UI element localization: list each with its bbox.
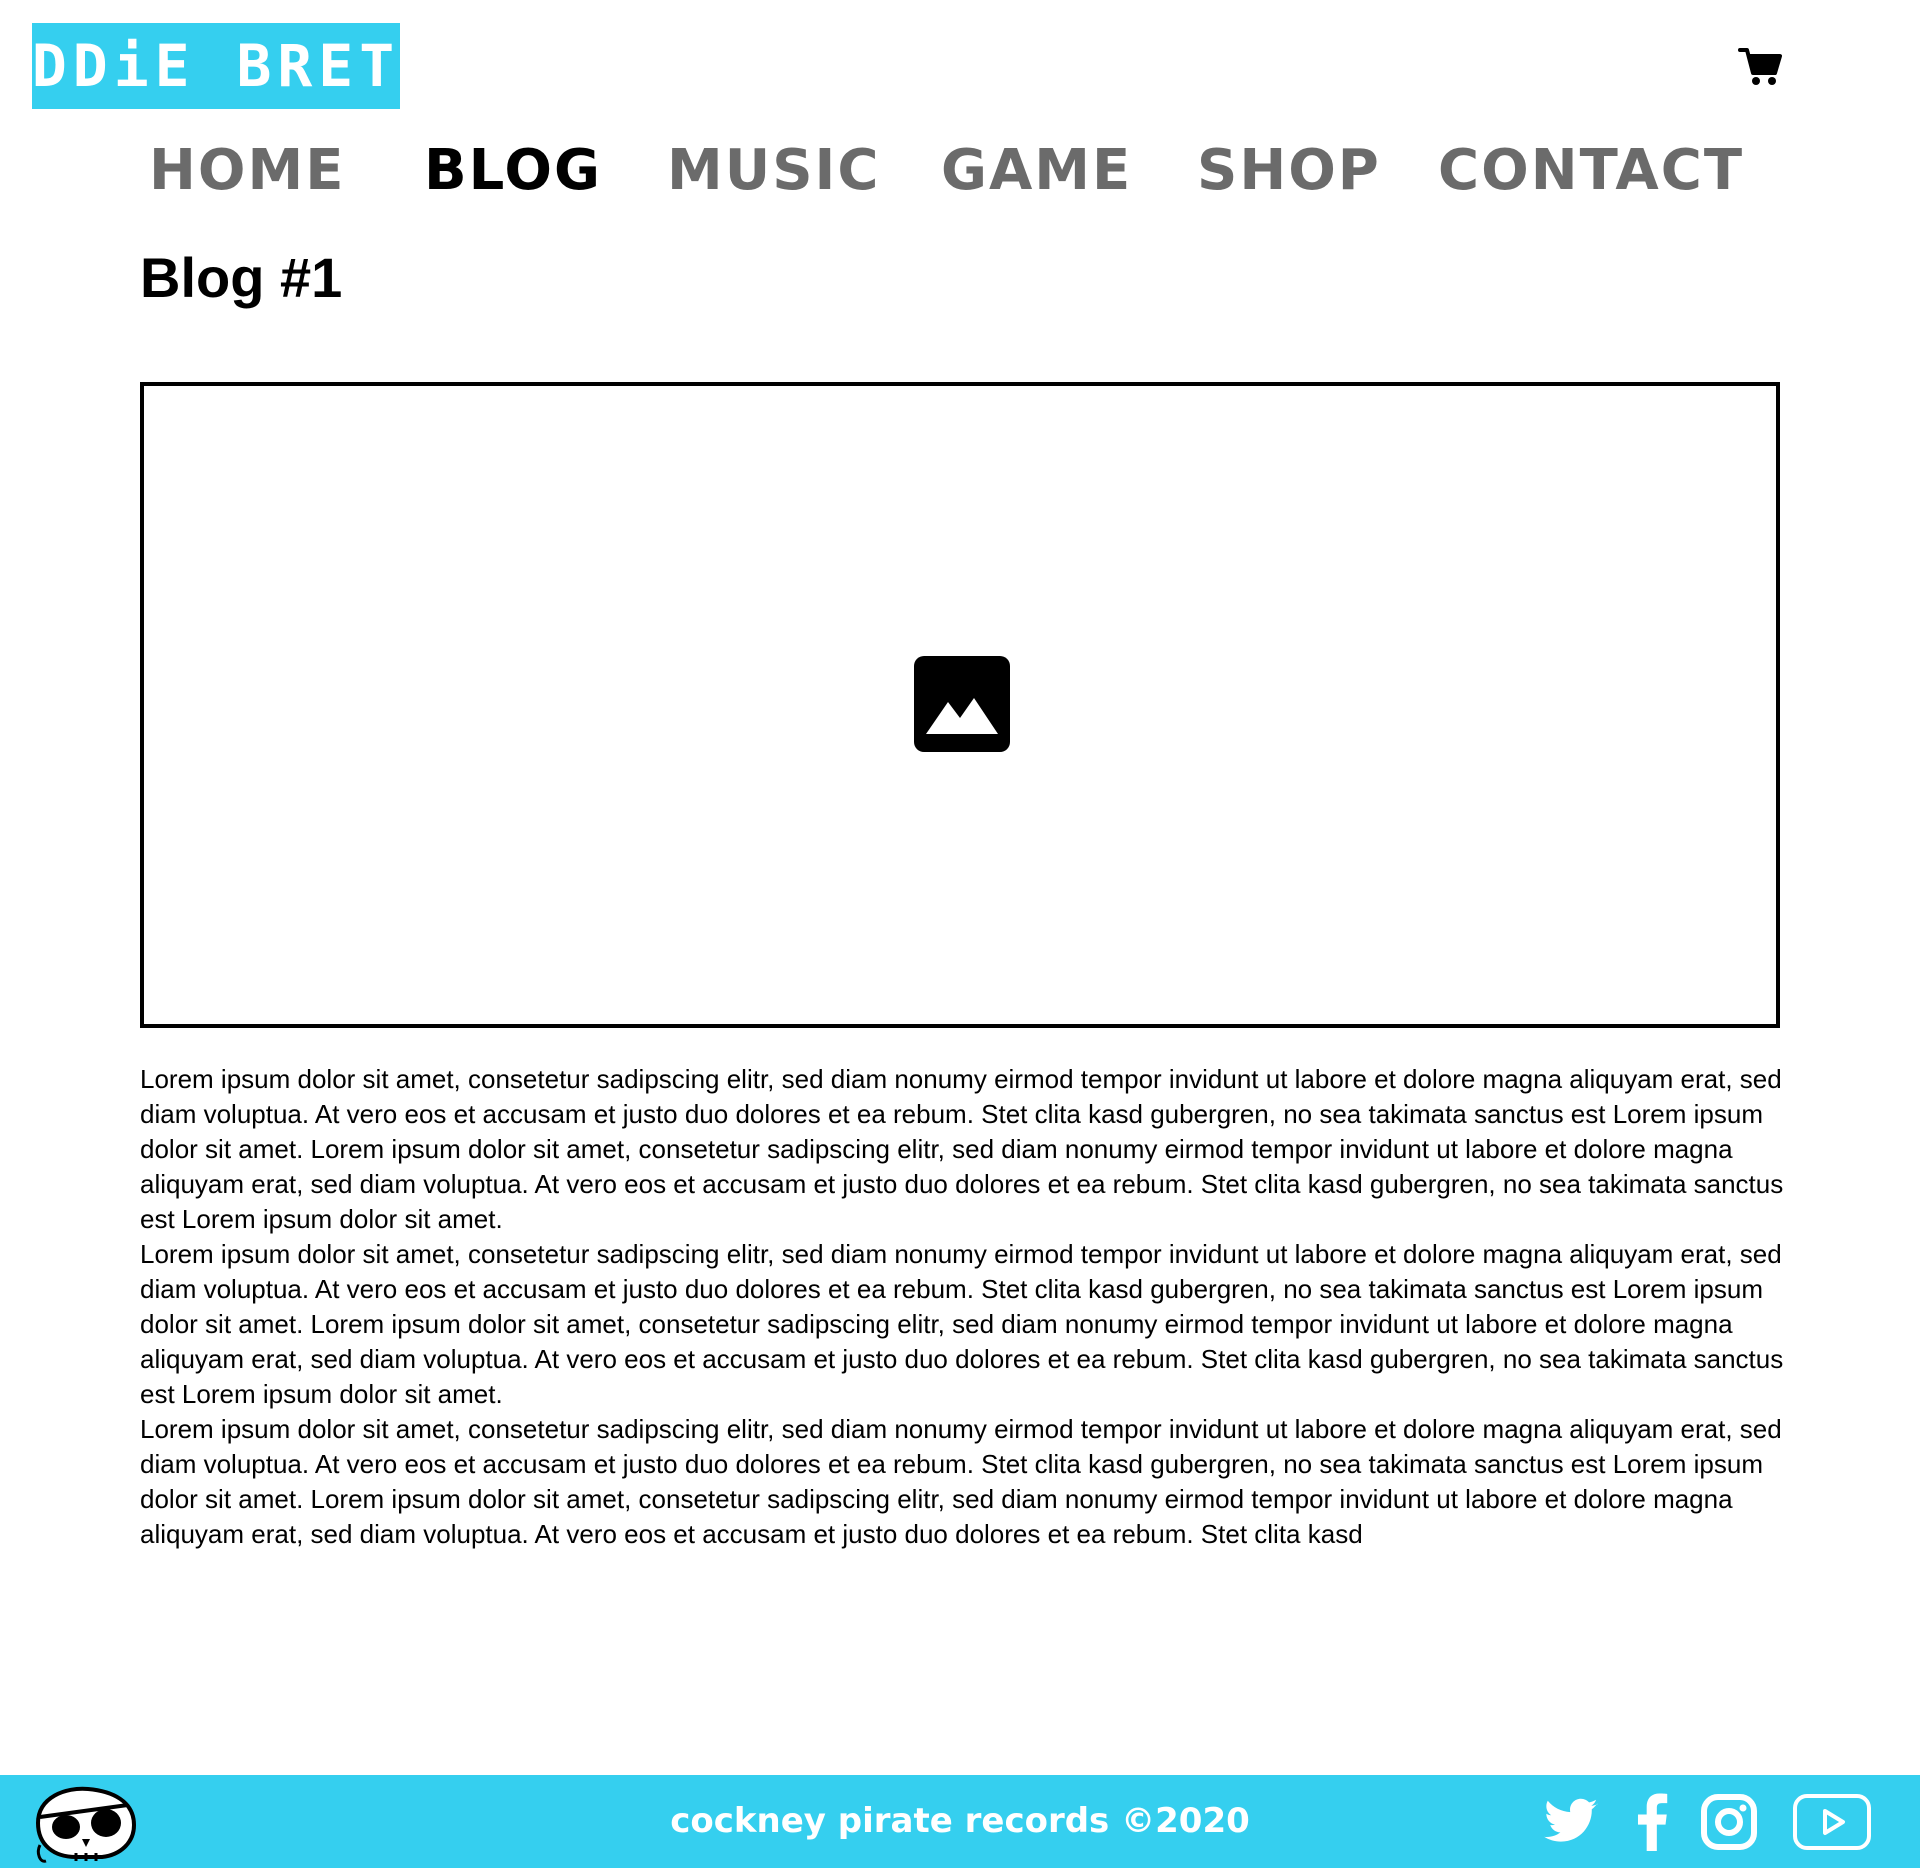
nav-item-game[interactable]: GAME [941, 133, 1132, 209]
facebook-icon[interactable] [1634, 1793, 1670, 1851]
nav-item-home[interactable]: HOME [149, 133, 345, 209]
footer-copyright: cockney pirate records ©2020 [670, 1801, 1250, 1841]
site-logo[interactable]: EDDiE BRETT [0, 23, 435, 109]
shopping-cart-icon[interactable] [1738, 47, 1782, 87]
blog-paragraph: Lorem ipsum dolor sit amet, consetetur s… [140, 1064, 1784, 1234]
blog-image-placeholder [140, 382, 1780, 1028]
nav-item-contact[interactable]: CONTACT [1438, 133, 1744, 209]
blog-body: Lorem ipsum dolor sit amet, consetetur s… [140, 1062, 1800, 1552]
page-title: Blog #1 [140, 246, 343, 309]
nav-item-shop[interactable]: SHOP [1197, 133, 1381, 209]
image-placeholder-icon [914, 656, 1010, 752]
main-nav: HOME BLOG MUSIC GAME SHOP CONTACT [0, 133, 1920, 209]
nav-item-music[interactable]: MUSIC [667, 133, 880, 209]
blog-paragraph: Lorem ipsum dolor sit amet, consetetur s… [140, 1414, 1782, 1549]
instagram-icon[interactable] [1700, 1793, 1758, 1851]
logo-text: EDDiE BRETT [0, 32, 442, 100]
twitter-icon[interactable] [1542, 1793, 1600, 1851]
blog-paragraph: Lorem ipsum dolor sit amet, consetetur s… [140, 1239, 1784, 1409]
nav-item-blog[interactable]: BLOG [424, 133, 602, 209]
site-footer: cockney pirate records ©2020 [0, 1775, 1920, 1868]
youtube-icon[interactable] [1792, 1793, 1872, 1851]
